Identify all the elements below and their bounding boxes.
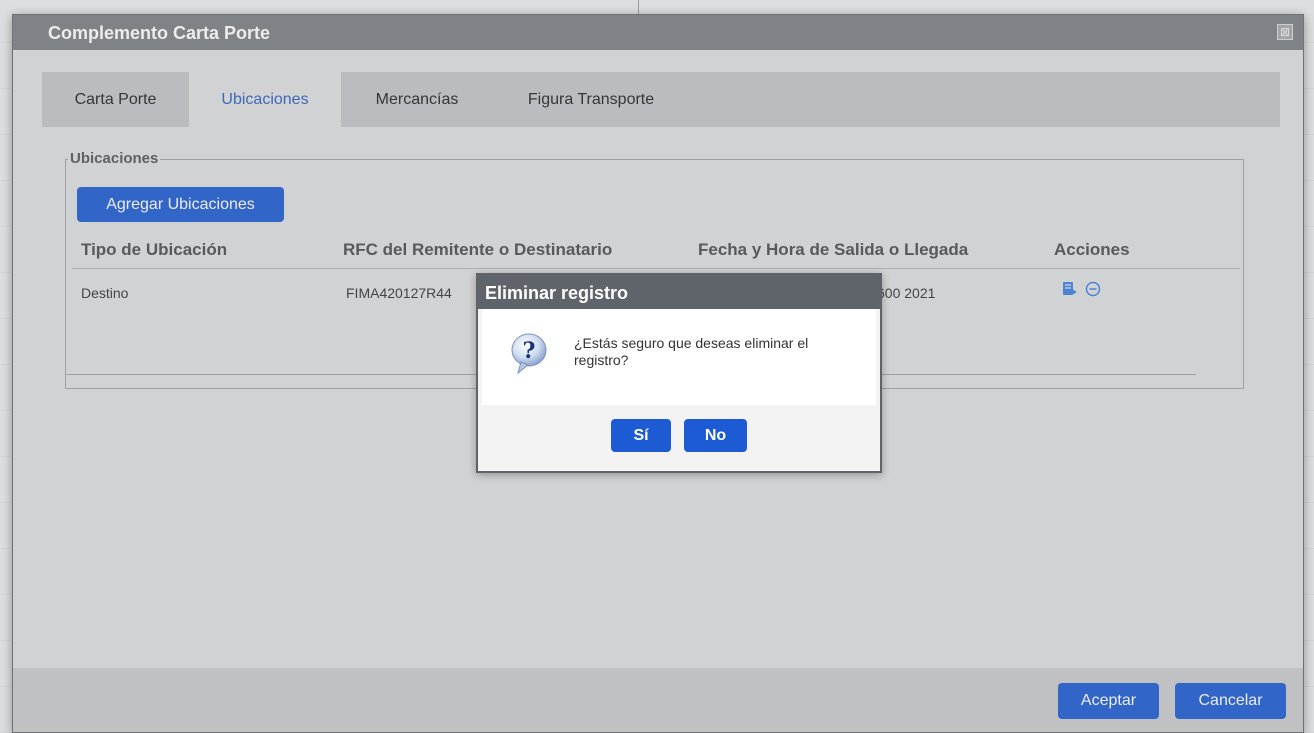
confirm-message: ¿Estás seguro que deseas eliminar el reg… [574,335,809,368]
confirm-delete-dialog: Eliminar registro ? ¿Estás seguro que de… [476,273,882,473]
confirm-dialog-body: ? ¿Estás seguro que deseas eliminar el r… [482,309,876,405]
svg-text:?: ? [523,338,536,364]
question-icon: ? [509,332,549,381]
yes-button[interactable]: Sí [611,419,671,452]
confirm-dialog-footer: Sí No [478,405,880,471]
no-button[interactable]: No [684,419,747,452]
confirm-dialog-title: Eliminar registro [478,275,880,309]
